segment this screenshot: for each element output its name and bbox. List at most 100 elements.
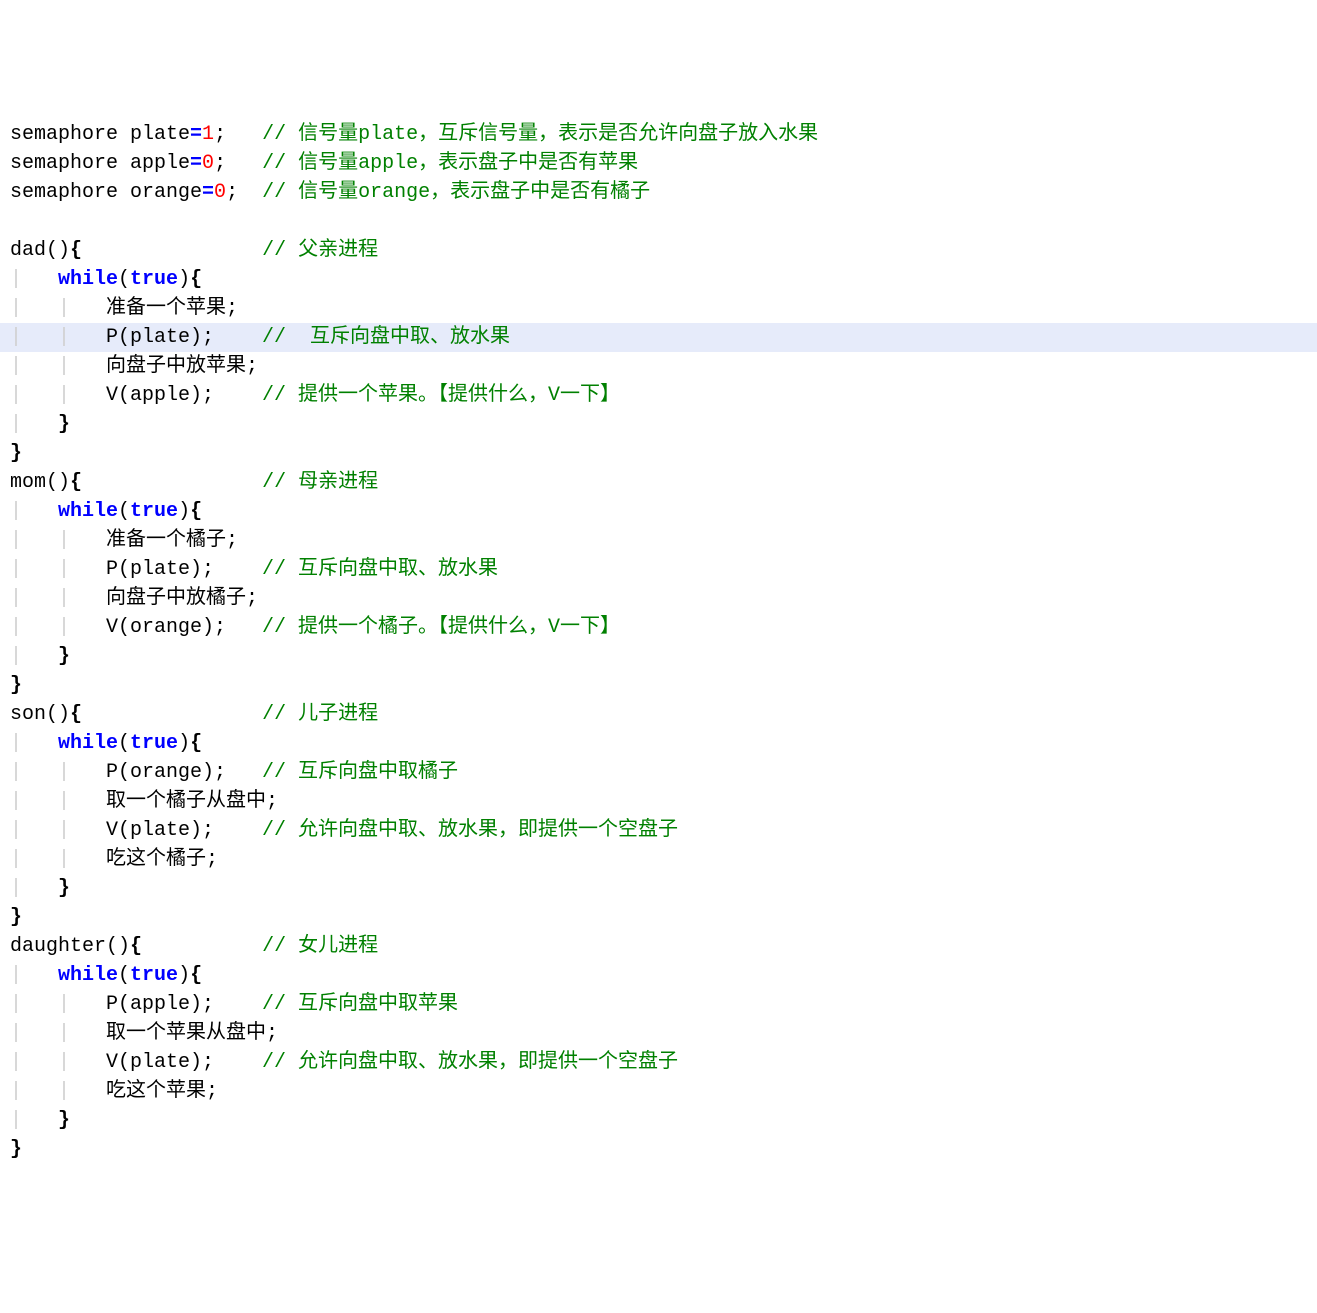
code-line[interactable]: dad(){ // 父亲进程	[0, 236, 1317, 265]
token-comment: // 互斥向盘中取、放水果	[262, 326, 510, 349]
indent: | |	[10, 761, 106, 784]
code-line[interactable]: }	[0, 671, 1317, 700]
token-identifier: dad	[10, 239, 46, 262]
token-punct: (	[118, 500, 130, 523]
token-keyword: while	[58, 500, 118, 523]
token-identifier: V(orange);	[106, 616, 262, 639]
token-comment: // 互斥向盘中取、放水果	[262, 558, 498, 581]
indent: | |	[10, 1051, 106, 1074]
token-brace: {	[70, 239, 82, 262]
code-line[interactable]: | | V(apple); // 提供一个苹果。【提供什么，V一下】	[0, 381, 1317, 410]
indent: | |	[10, 326, 106, 349]
code-line[interactable]: son(){ // 儿子进程	[0, 700, 1317, 729]
token-punct: ;	[214, 123, 262, 146]
code-line[interactable]: semaphore plate=1; // 信号量plate，互斥信号量，表示是…	[0, 120, 1317, 149]
code-line[interactable]: | }	[0, 1106, 1317, 1135]
token-punct: ;	[214, 152, 262, 175]
code-line[interactable]	[0, 207, 1317, 236]
token-brace: {	[70, 703, 82, 726]
code-line[interactable]: | | 准备一个苹果;	[0, 294, 1317, 323]
code-line[interactable]: }	[0, 903, 1317, 932]
token-comment: // 母亲进程	[262, 471, 378, 494]
code-line[interactable]: | | V(plate); // 允许向盘中取、放水果，即提供一个空盘子	[0, 1048, 1317, 1077]
token-punct: (	[118, 268, 130, 291]
token-operator: =	[190, 123, 202, 146]
code-line[interactable]: | | 准备一个橘子;	[0, 526, 1317, 555]
indent: |	[10, 268, 58, 291]
indent: | |	[10, 993, 106, 1016]
code-line[interactable]: | | 吃这个苹果;	[0, 1077, 1317, 1106]
code-line[interactable]: | | 取一个苹果从盘中;	[0, 1019, 1317, 1048]
token-identifier: P(orange);	[106, 761, 262, 784]
token-brace: {	[190, 268, 202, 291]
token-identifier: V(plate);	[106, 819, 262, 842]
token-identifier: semaphore orange	[10, 181, 202, 204]
code-line[interactable]: | | 吃这个橘子;	[0, 845, 1317, 874]
code-line[interactable]: | while(true){	[0, 497, 1317, 526]
token-punct: ()	[46, 471, 70, 494]
indent: | |	[10, 790, 106, 813]
indent: | |	[10, 616, 106, 639]
code-line[interactable]: mom(){ // 母亲进程	[0, 468, 1317, 497]
code-editor[interactable]: semaphore plate=1; // 信号量plate，互斥信号量，表示是…	[0, 120, 1317, 1164]
token-identifier: semaphore plate	[10, 123, 190, 146]
token-comment: // 女儿进程	[262, 935, 378, 958]
token-identifier: 向盘子中放苹果;	[106, 355, 258, 378]
code-line[interactable]: semaphore apple=0; // 信号量apple，表示盘子中是否有苹…	[0, 149, 1317, 178]
token-brace: }	[58, 645, 70, 668]
indent: |	[10, 413, 58, 436]
code-line[interactable]: | | P(apple); // 互斥向盘中取苹果	[0, 990, 1317, 1019]
indent: |	[10, 645, 58, 668]
code-line[interactable]: }	[0, 439, 1317, 468]
token-identifier: 取一个橘子从盘中;	[106, 790, 278, 813]
code-line[interactable]: | while(true){	[0, 265, 1317, 294]
token-comment: // 信号量apple，表示盘子中是否有苹果	[262, 152, 638, 175]
token-brace: }	[10, 906, 22, 929]
token-brace: {	[70, 471, 82, 494]
token-brace: {	[190, 732, 202, 755]
token-comment: // 父亲进程	[262, 239, 378, 262]
code-line[interactable]: | }	[0, 410, 1317, 439]
token-brace: }	[58, 1109, 70, 1132]
token-identifier: 准备一个橘子;	[106, 529, 238, 552]
indent: | |	[10, 558, 106, 581]
code-line[interactable]: | | P(plate); // 互斥向盘中取、放水果	[0, 323, 1317, 352]
token-brace: {	[190, 500, 202, 523]
token-comment: // 提供一个橘子。【提供什么，V一下】	[262, 616, 620, 639]
token-number: 1	[202, 123, 214, 146]
code-line[interactable]: | | V(orange); // 提供一个橘子。【提供什么，V一下】	[0, 613, 1317, 642]
code-line[interactable]: | | V(plate); // 允许向盘中取、放水果，即提供一个空盘子	[0, 816, 1317, 845]
indent: |	[10, 964, 58, 987]
token-punct	[82, 703, 262, 726]
code-line[interactable]: | while(true){	[0, 961, 1317, 990]
token-identifier: P(plate);	[106, 558, 262, 581]
token-keyword: true	[130, 268, 178, 291]
indent: | |	[10, 297, 106, 320]
token-punct: ()	[46, 703, 70, 726]
code-line[interactable]: | | P(plate); // 互斥向盘中取、放水果	[0, 555, 1317, 584]
token-punct: )	[178, 964, 190, 987]
code-line[interactable]: | | P(orange); // 互斥向盘中取橘子	[0, 758, 1317, 787]
code-line[interactable]: | | 取一个橘子从盘中;	[0, 787, 1317, 816]
token-punct: ;	[226, 181, 262, 204]
token-identifier: 吃这个苹果;	[106, 1080, 218, 1103]
code-line[interactable]: | }	[0, 874, 1317, 903]
token-punct	[82, 239, 262, 262]
token-punct: ()	[46, 239, 70, 262]
token-keyword: true	[130, 732, 178, 755]
code-line[interactable]: | }	[0, 642, 1317, 671]
indent: | |	[10, 1080, 106, 1103]
token-identifier: semaphore apple	[10, 152, 190, 175]
indent: | |	[10, 848, 106, 871]
token-number: 0	[202, 152, 214, 175]
indent: |	[10, 732, 58, 755]
code-line[interactable]: | | 向盘子中放苹果;	[0, 352, 1317, 381]
token-identifier: P(plate);	[106, 326, 262, 349]
token-identifier: 吃这个橘子;	[106, 848, 218, 871]
code-line[interactable]: | while(true){	[0, 729, 1317, 758]
code-line[interactable]: daughter(){ // 女儿进程	[0, 932, 1317, 961]
code-line[interactable]: semaphore orange=0; // 信号量orange，表示盘子中是否…	[0, 178, 1317, 207]
code-line[interactable]: | | 向盘子中放橘子;	[0, 584, 1317, 613]
token-operator: =	[202, 181, 214, 204]
token-number: 0	[214, 181, 226, 204]
